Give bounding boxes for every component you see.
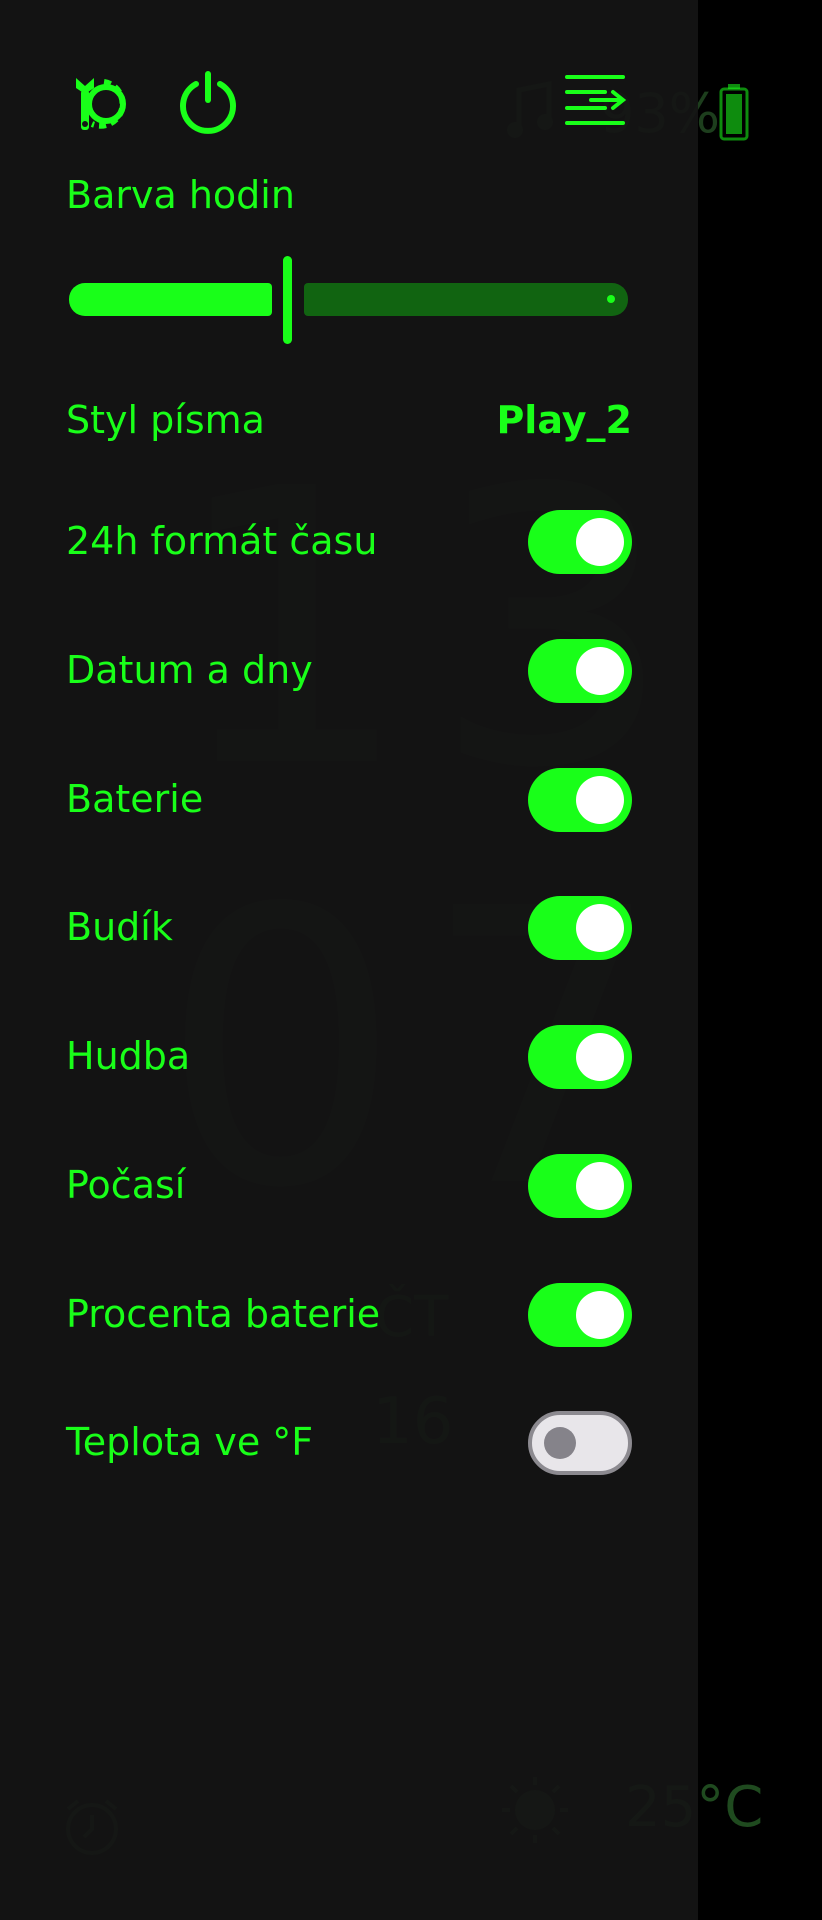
battery-icon [719, 84, 749, 141]
toggle-fahrenheit[interactable] [528, 1411, 632, 1475]
toggle-alarm[interactable] [528, 896, 632, 960]
toggle-label-24h: 24h formát času [66, 519, 378, 563]
toggle-knob [544, 1427, 576, 1459]
toggle-knob [576, 904, 624, 952]
toggle-weather[interactable] [528, 1154, 632, 1218]
clock-color-label: Barva hodin [66, 173, 295, 217]
toggle-label-battery: Baterie [66, 777, 204, 821]
color-slider-fill[interactable] [69, 283, 272, 316]
settings-drawer: Barva hodin Styl písma Play_2 24h formát… [0, 0, 698, 1920]
toggle-label-alarm: Budík [66, 905, 173, 949]
toggle-knob [576, 647, 624, 695]
toggle-battery[interactable] [528, 768, 632, 832]
toggle-label-music: Hudba [66, 1034, 191, 1078]
toggle-label-battery-percent: Procenta baterie [66, 1292, 381, 1336]
menu-arrow-icon[interactable] [565, 74, 627, 126]
toggle-knob [576, 776, 624, 824]
color-slider-track[interactable] [304, 283, 628, 316]
toggle-label-fahrenheit: Teplota ve °F [66, 1420, 314, 1464]
wrench-gear-icon[interactable] [72, 72, 136, 136]
toggle-knob [576, 1033, 624, 1081]
toggle-music[interactable] [528, 1025, 632, 1089]
toggle-knob [576, 518, 624, 566]
toggle-knob [576, 1291, 624, 1339]
font-style-label: Styl písma [66, 398, 265, 442]
color-slider-thumb[interactable] [283, 256, 292, 344]
toggle-24h-format[interactable] [528, 510, 632, 574]
toggle-date-days[interactable] [528, 639, 632, 703]
power-icon[interactable] [177, 70, 239, 134]
toggle-label-weather: Počasí [66, 1163, 186, 1207]
color-slider-end-dot [607, 295, 615, 303]
font-style-value[interactable]: Play_2 [496, 398, 632, 442]
toggle-battery-percent[interactable] [528, 1283, 632, 1347]
toggle-label-date: Datum a dny [66, 648, 313, 692]
toggle-knob [576, 1162, 624, 1210]
